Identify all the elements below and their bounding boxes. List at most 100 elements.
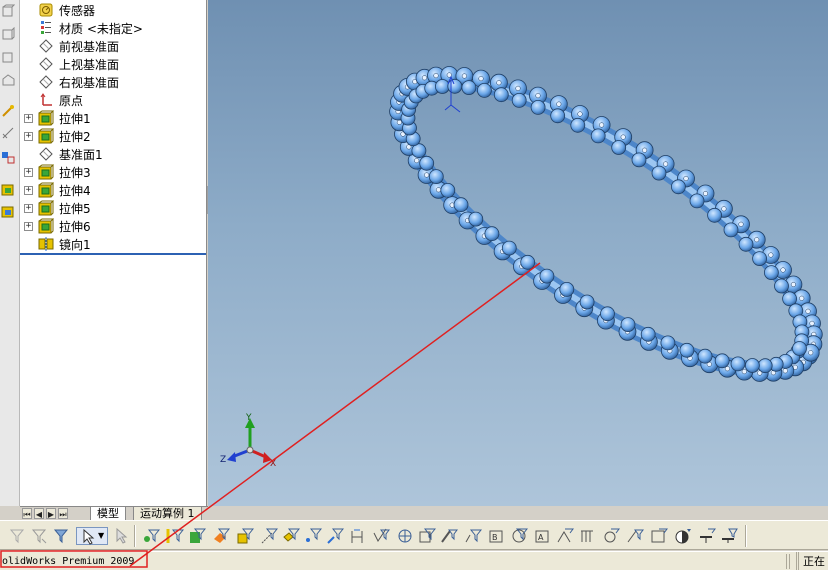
filter-mid-points-icon[interactable] xyxy=(698,527,716,545)
toolbar-separator xyxy=(134,525,136,547)
filter-centerlines-icon[interactable] xyxy=(556,527,574,545)
tree-item-origin[interactable]: 原点 xyxy=(20,91,206,109)
tree-item-front-plane[interactable]: 前视基准面 xyxy=(20,37,206,55)
filter-surface-icon[interactable] xyxy=(212,527,231,545)
status-app-name: olidWorks Premium 2009 xyxy=(2,556,135,567)
filter-datum-icon[interactable] xyxy=(418,527,437,545)
chain-roller xyxy=(539,268,555,284)
tree-item-mirror-1[interactable]: 镜向1 xyxy=(20,235,206,253)
expand-toggle[interactable]: + xyxy=(24,222,33,231)
chain-roller xyxy=(590,128,606,144)
tree-item-sensors[interactable]: 传感器 xyxy=(20,1,206,19)
filter-annotations-icon[interactable]: A xyxy=(534,527,552,545)
tree-item-extrude-6[interactable]: + 拉伸6 xyxy=(20,217,206,235)
filter-planes-icon[interactable] xyxy=(282,527,301,545)
chain-roller xyxy=(520,254,536,270)
chain-roller xyxy=(493,87,509,103)
filter-icon[interactable] xyxy=(8,527,26,545)
tree-item-right-plane[interactable]: 右视基准面 xyxy=(20,73,206,91)
filter-icon[interactable] xyxy=(30,527,48,545)
select-button[interactable]: ▼ xyxy=(76,527,108,545)
filter-connection-points-icon[interactable] xyxy=(650,527,668,545)
expand-toggle[interactable]: + xyxy=(24,132,33,141)
reference-triad: Y X Z xyxy=(220,413,276,469)
chain-roller xyxy=(640,326,656,342)
chain-roller xyxy=(738,236,754,252)
chain-model[interactable]: Y X Z xyxy=(208,0,828,506)
feature-icon[interactable] xyxy=(1,205,15,219)
view-cube-icon[interactable] xyxy=(1,4,15,18)
svg-text:A: A xyxy=(538,533,544,542)
tree-item-extrude-1[interactable]: + 拉伸1 xyxy=(20,109,206,127)
filter-geometric-tolerance-icon[interactable] xyxy=(440,527,458,545)
tree-item-top-plane[interactable]: 上视基准面 xyxy=(20,55,206,73)
tree-item-extrude-4[interactable]: + 拉伸4 xyxy=(20,181,206,199)
rollback-bar[interactable] xyxy=(20,253,206,255)
filter-sketch-segments-icon[interactable] xyxy=(326,527,345,545)
filter-axes-icon[interactable] xyxy=(260,527,279,545)
next-tab-arrow-icon[interactable]: ▶ xyxy=(46,508,56,519)
relation-icon[interactable] xyxy=(1,150,15,164)
view-cube-icon[interactable] xyxy=(1,50,15,64)
chain-roller xyxy=(476,83,492,98)
select-other-icon[interactable] xyxy=(112,527,130,545)
tab-model[interactable]: 模型 xyxy=(90,507,126,521)
tree-item-extrude-3[interactable]: + 拉伸3 xyxy=(20,163,206,181)
filter-center-marks-icon[interactable] xyxy=(578,527,596,545)
smart-dimension-icon[interactable] xyxy=(1,126,15,140)
tab-motion-study[interactable]: 运动算例 1 xyxy=(133,507,202,521)
filter-curves-icon[interactable] xyxy=(720,527,738,545)
chain-roller xyxy=(792,341,807,356)
filter-faces-icon[interactable] xyxy=(188,527,207,545)
chain-roller xyxy=(440,182,456,198)
chain-pin xyxy=(808,350,814,356)
filter-cosmetic-threads-icon[interactable] xyxy=(602,527,620,545)
chain-roller xyxy=(774,278,789,294)
chain-pin xyxy=(790,281,796,288)
filter-surface-finish-icon[interactable] xyxy=(372,527,390,545)
tree-item-label: 材质 <未指定> xyxy=(59,22,143,36)
tree-item-plane-1[interactable]: 基准面1 xyxy=(20,145,206,163)
chain-pin xyxy=(496,80,502,86)
filter-sketch-points-icon[interactable] xyxy=(304,527,323,545)
expand-toggle[interactable]: + xyxy=(24,204,33,213)
tree-item-extrude-5[interactable]: + 拉伸5 xyxy=(20,199,206,217)
filter-routing-points-icon[interactable] xyxy=(674,527,692,545)
filter-solid-icon[interactable] xyxy=(236,527,255,545)
filter-dowel-pins-icon[interactable] xyxy=(626,527,644,545)
prev-tab-arrow-icon[interactable]: ◀ xyxy=(34,508,44,519)
view-cube-icon[interactable] xyxy=(1,73,15,87)
filter-dimensions-icon[interactable] xyxy=(350,527,368,545)
plane-icon xyxy=(39,39,53,53)
chain-roller xyxy=(757,358,773,374)
tree-item-material[interactable]: 材质 <未指定> xyxy=(20,19,206,37)
sensor-icon xyxy=(39,3,53,17)
filter-edges-icon[interactable] xyxy=(166,527,185,545)
filter-icon[interactable] xyxy=(52,527,70,545)
expand-toggle[interactable]: + xyxy=(24,168,33,177)
chain-pin xyxy=(515,85,521,91)
chain-roller xyxy=(419,155,435,171)
tree-item-extrude-2[interactable]: + 拉伸2 xyxy=(20,127,206,145)
chevron-down-icon[interactable]: ▼ xyxy=(98,531,104,540)
graphics-viewport[interactable]: Y X Z xyxy=(208,0,828,506)
view-cube-icon[interactable] xyxy=(1,27,15,41)
chain-roller xyxy=(670,179,686,195)
filter-vertices-icon[interactable] xyxy=(142,527,161,545)
chain-pin xyxy=(620,134,626,140)
first-tab-arrow-icon[interactable]: ⏮ xyxy=(22,508,32,519)
tree-item-label: 镜向1 xyxy=(59,238,91,252)
feature-icon[interactable] xyxy=(1,183,15,197)
filter-notes-icon[interactable] xyxy=(464,527,483,545)
filter-balloons-icon[interactable] xyxy=(510,527,529,545)
filter-blocks-icon[interactable]: B xyxy=(488,527,506,545)
expand-toggle[interactable]: + xyxy=(24,114,33,123)
tree-item-label: 拉伸3 xyxy=(59,166,91,180)
sketch-icon[interactable] xyxy=(1,104,15,118)
chain-pin xyxy=(809,320,815,326)
chain-pin xyxy=(721,206,727,212)
last-tab-arrow-icon[interactable]: ⏭ xyxy=(58,508,68,519)
chain-pin xyxy=(805,308,811,314)
filter-weld-icon[interactable] xyxy=(396,527,414,545)
expand-toggle[interactable]: + xyxy=(24,186,33,195)
